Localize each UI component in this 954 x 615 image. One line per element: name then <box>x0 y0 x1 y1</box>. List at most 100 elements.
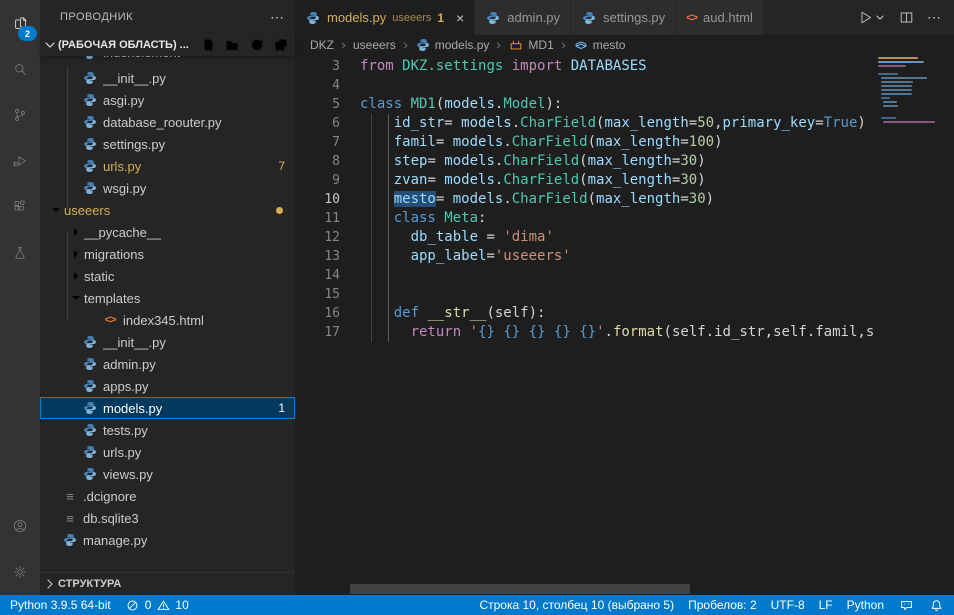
status-cursor-position[interactable]: Строка 10, столбец 10 (выбрано 5) <box>479 595 674 615</box>
code-line-7[interactable]: 7 famil= models.CharField(max_length=100… <box>295 133 874 152</box>
tree-file-database-roouter-py[interactable]: database_roouter.py <box>40 111 295 133</box>
code-line-11[interactable]: 11 class Meta: <box>295 209 874 228</box>
tree-folder--pycache-[interactable]: __pycache__ <box>40 221 295 243</box>
tree-file--init-py[interactable]: __init__.py <box>40 331 295 353</box>
new-folder-icon[interactable] <box>225 37 241 53</box>
status-eol[interactable]: LF <box>819 595 833 615</box>
tree-file-urls-py[interactable]: urls.py <box>40 441 295 463</box>
activity-item-account[interactable] <box>0 503 40 549</box>
tree-file-manage-py[interactable]: manage.py <box>40 529 295 551</box>
breadcrumb-item-useeers[interactable]: useeers <box>353 38 396 52</box>
code-token: models <box>444 96 495 112</box>
code-line-10[interactable]: 10 mesto= models.CharField(max_length=30… <box>295 190 874 209</box>
new-file-icon[interactable] <box>201 37 217 53</box>
breadcrumb-item-dkz[interactable]: DKZ <box>310 38 334 52</box>
code-token: {} <box>529 324 546 340</box>
code-token: models <box>453 191 504 207</box>
outline-section-header[interactable]: СТРУКТУРА <box>40 572 295 595</box>
minimap-line <box>883 105 899 107</box>
more-icon[interactable]: ⋯ <box>927 9 942 26</box>
editor-indent-guide <box>371 114 372 342</box>
tree-folder-useeers[interactable]: useeers <box>40 199 295 221</box>
breadcrumb: DKZ useeers models.py MD1 mesto <box>295 35 954 55</box>
tree-folder-templates[interactable]: templates <box>40 287 295 309</box>
tree-file-tests-py[interactable]: tests.py <box>40 419 295 441</box>
activity-badge: 2 <box>18 26 37 41</box>
tree-file-settings-py[interactable]: settings.py <box>40 133 295 155</box>
editor-action-run-python-file[interactable] <box>857 9 886 26</box>
code-token: 'useeers' <box>495 248 571 264</box>
tab-models-py[interactable]: models.pyuseeers1× <box>295 0 475 35</box>
tree-file-views-py[interactable]: views.py <box>40 463 295 485</box>
activity-item-testing[interactable] <box>0 230 40 276</box>
code-line-15[interactable]: 15 <box>295 285 874 304</box>
code-line-6[interactable]: 6 id_str= models.CharField(max_length=50… <box>295 114 874 133</box>
code-line-content: app_label='useeers' <box>340 247 571 266</box>
tree-folder-static[interactable]: static <box>40 265 295 287</box>
code-line-12[interactable]: 12 db_table = 'dima' <box>295 228 874 247</box>
tree-folder-migrations[interactable]: migrations <box>40 243 295 265</box>
tab-settings-py[interactable]: settings.py <box>571 0 676 35</box>
breadcrumb-item-md1[interactable]: MD1 <box>508 37 553 53</box>
minimap-line <box>878 73 898 75</box>
status-feedback[interactable] <box>898 595 914 615</box>
tree-file-index345-html[interactable]: <>index345.html <box>40 309 295 331</box>
horizontal-scrollbar[interactable] <box>350 584 690 594</box>
tree-file-db-sqlite3[interactable]: ≡db.sqlite3 <box>40 507 295 529</box>
code-token: __str__ <box>427 305 486 321</box>
code-token: : <box>478 210 486 226</box>
tree-file-models-py[interactable]: models.py1 <box>40 397 295 419</box>
minimap[interactable] <box>878 57 945 177</box>
tree-file-apps-py[interactable]: apps.py <box>40 375 295 397</box>
code-token: class <box>360 96 411 112</box>
code-line-4[interactable]: 4 <box>295 76 874 95</box>
more-actions-icon[interactable]: ⋯ <box>270 9 285 26</box>
code-token: ) <box>697 153 705 169</box>
activity-item-source-control[interactable] <box>0 92 40 138</box>
status-language-mode[interactable]: Python <box>847 595 884 615</box>
tab-label: settings.py <box>603 10 665 25</box>
code-line-3[interactable]: 3from DKZ.settings import DATABASES <box>295 57 874 76</box>
collapse-all-icon[interactable] <box>273 37 289 53</box>
status-notifications[interactable] <box>928 595 944 615</box>
breadcrumb-item-mesto[interactable]: mesto <box>573 37 626 53</box>
status-problems[interactable]: 010 <box>125 595 189 615</box>
tree-file-admin-py[interactable]: admin.py <box>40 353 295 375</box>
activity-item-run-debug[interactable] <box>0 138 40 184</box>
tree-file--init-py[interactable]: __init__.py <box>40 67 295 89</box>
refresh-icon[interactable] <box>249 37 265 53</box>
tree-file-indexelement[interactable]: indexelement <box>40 56 295 67</box>
tab-aud-html[interactable]: <>aud.html <box>676 0 764 35</box>
breadcrumb-item-models-py[interactable]: models.py <box>415 37 490 53</box>
code-editor[interactable]: 3from DKZ.settings import DATABASES45cla… <box>295 55 954 595</box>
activity-item-extensions[interactable] <box>0 184 40 230</box>
close-icon[interactable]: × <box>456 11 464 25</box>
tab-admin-py[interactable]: admin.py <box>475 0 571 35</box>
code-token: max_length <box>588 172 672 188</box>
status-encoding[interactable]: UTF-8 <box>771 595 805 615</box>
code-line-13[interactable]: 13 app_label='useeers' <box>295 247 874 266</box>
code-line-14[interactable]: 14 <box>295 266 874 285</box>
tree-file-asgi-py[interactable]: asgi.py <box>40 89 295 111</box>
item-label: tests.py <box>103 423 148 438</box>
tree-file--dcignore[interactable]: ≡.dcignore <box>40 485 295 507</box>
code-token: . <box>503 191 511 207</box>
run-icon <box>857 9 874 26</box>
code-token: zvan <box>394 172 428 188</box>
code-line-16[interactable]: 16 def __str__(self): <box>295 304 874 323</box>
activity-item-explorer[interactable]: 2 <box>0 0 40 46</box>
minimap-line <box>881 77 927 79</box>
tree-file-urls-py[interactable]: urls.py7 <box>40 155 295 177</box>
workspace-section-header[interactable]: (РАБОЧАЯ ОБЛАСТЬ) ... <box>40 34 295 56</box>
status-python-version[interactable]: Python 3.9.5 64-bit <box>10 595 111 615</box>
code-token: max_length <box>596 134 680 150</box>
code-line-9[interactable]: 9 zvan= models.CharField(max_length=30) <box>295 171 874 190</box>
editor-action-split-editor[interactable] <box>898 9 915 26</box>
tree-file-wsgi-py[interactable]: wsgi.py <box>40 177 295 199</box>
code-line-5[interactable]: 5class MD1(models.Model): <box>295 95 874 114</box>
activity-item-search[interactable] <box>0 46 40 92</box>
status-indentation[interactable]: Пробелов: 2 <box>688 595 757 615</box>
code-line-8[interactable]: 8 step= models.CharField(max_length=30) <box>295 152 874 171</box>
code-line-17[interactable]: 17 return '{} {} {} {} {}'.format(self.i… <box>295 323 874 342</box>
activity-item-settings[interactable] <box>0 549 40 595</box>
